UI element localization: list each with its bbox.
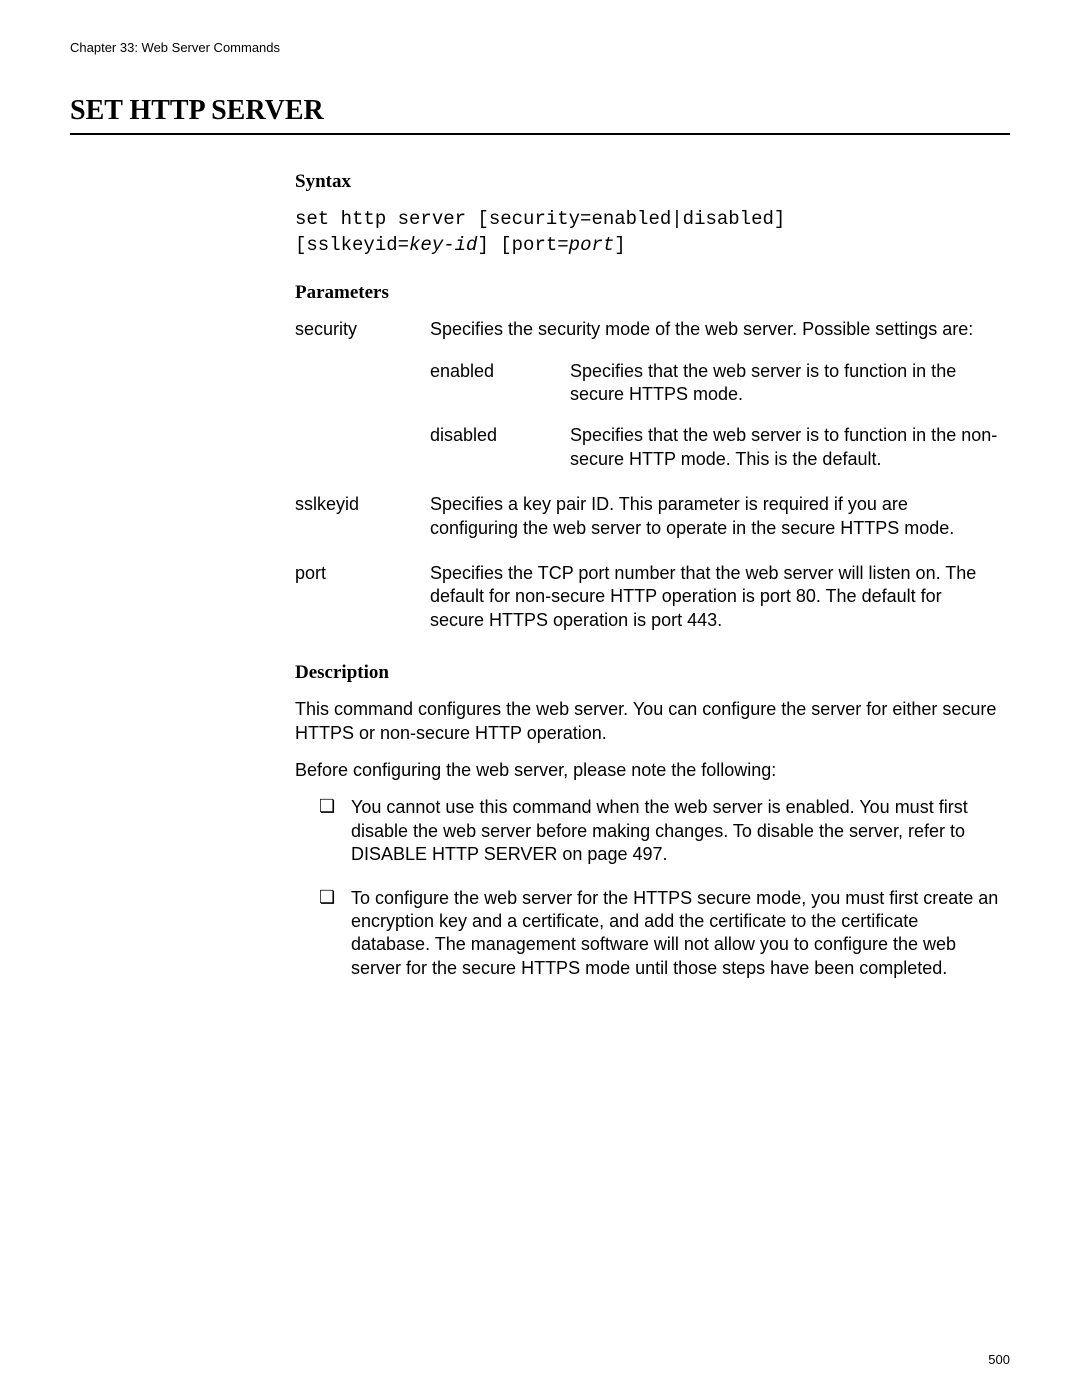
page-number: 500 — [988, 1352, 1010, 1367]
description-p1: This command configures the web server. … — [295, 698, 1000, 745]
param-desc-security-text: Specifies the security mode of the web s… — [430, 319, 973, 339]
sub-name-enabled: enabled — [430, 360, 560, 407]
syntax-code: set http server [security=enabled|disabl… — [295, 207, 1000, 258]
syntax-line2-b: key-id — [409, 234, 477, 256]
param-name-security: security — [295, 318, 420, 471]
sub-desc-disabled: Specifies that the web server is to func… — [570, 424, 1000, 471]
param-desc-sslkeyid: Specifies a key pair ID. This parameter … — [430, 493, 1000, 540]
syntax-line2-d: port — [569, 234, 615, 256]
list-item: ❏ You cannot use this command when the w… — [319, 796, 1000, 866]
security-sub-table: enabled Specifies that the web server is… — [430, 360, 1000, 472]
content: Syntax set http server [security=enabled… — [295, 171, 1000, 980]
parameters-table: security Specifies the security mode of … — [295, 318, 1000, 632]
param-desc-port: Specifies the TCP port number that the w… — [430, 562, 1000, 632]
syntax-heading: Syntax — [295, 171, 1000, 193]
description-p2: Before configuring the web server, pleas… — [295, 759, 1000, 782]
command-title: SET HTTP SERVER — [70, 95, 1010, 135]
bullet-icon: ❏ — [319, 797, 335, 815]
description-bullets: ❏ You cannot use this command when the w… — [295, 796, 1000, 980]
param-desc-security: Specifies the security mode of the web s… — [430, 318, 1000, 471]
parameters-heading: Parameters — [295, 282, 1000, 304]
sub-name-disabled: disabled — [430, 424, 560, 471]
param-name-sslkeyid: sslkeyid — [295, 493, 420, 540]
syntax-line2-a: [sslkeyid= — [295, 234, 409, 256]
page: Chapter 33: Web Server Commands SET HTTP… — [0, 0, 1080, 1397]
syntax-line1: set http server [security=enabled|disabl… — [295, 208, 785, 230]
bullet-icon: ❏ — [319, 888, 335, 906]
description-heading: Description — [295, 662, 1000, 684]
bullet-text-2: To configure the web server for the HTTP… — [351, 888, 998, 978]
param-name-port: port — [295, 562, 420, 632]
sub-desc-enabled: Specifies that the web server is to func… — [570, 360, 1000, 407]
syntax-line2-c: ] [port= — [477, 234, 568, 256]
syntax-line2-e: ] — [614, 234, 625, 256]
chapter-header: Chapter 33: Web Server Commands — [70, 40, 1010, 55]
list-item: ❏ To configure the web server for the HT… — [319, 887, 1000, 981]
bullet-text-1: You cannot use this command when the web… — [351, 797, 968, 864]
